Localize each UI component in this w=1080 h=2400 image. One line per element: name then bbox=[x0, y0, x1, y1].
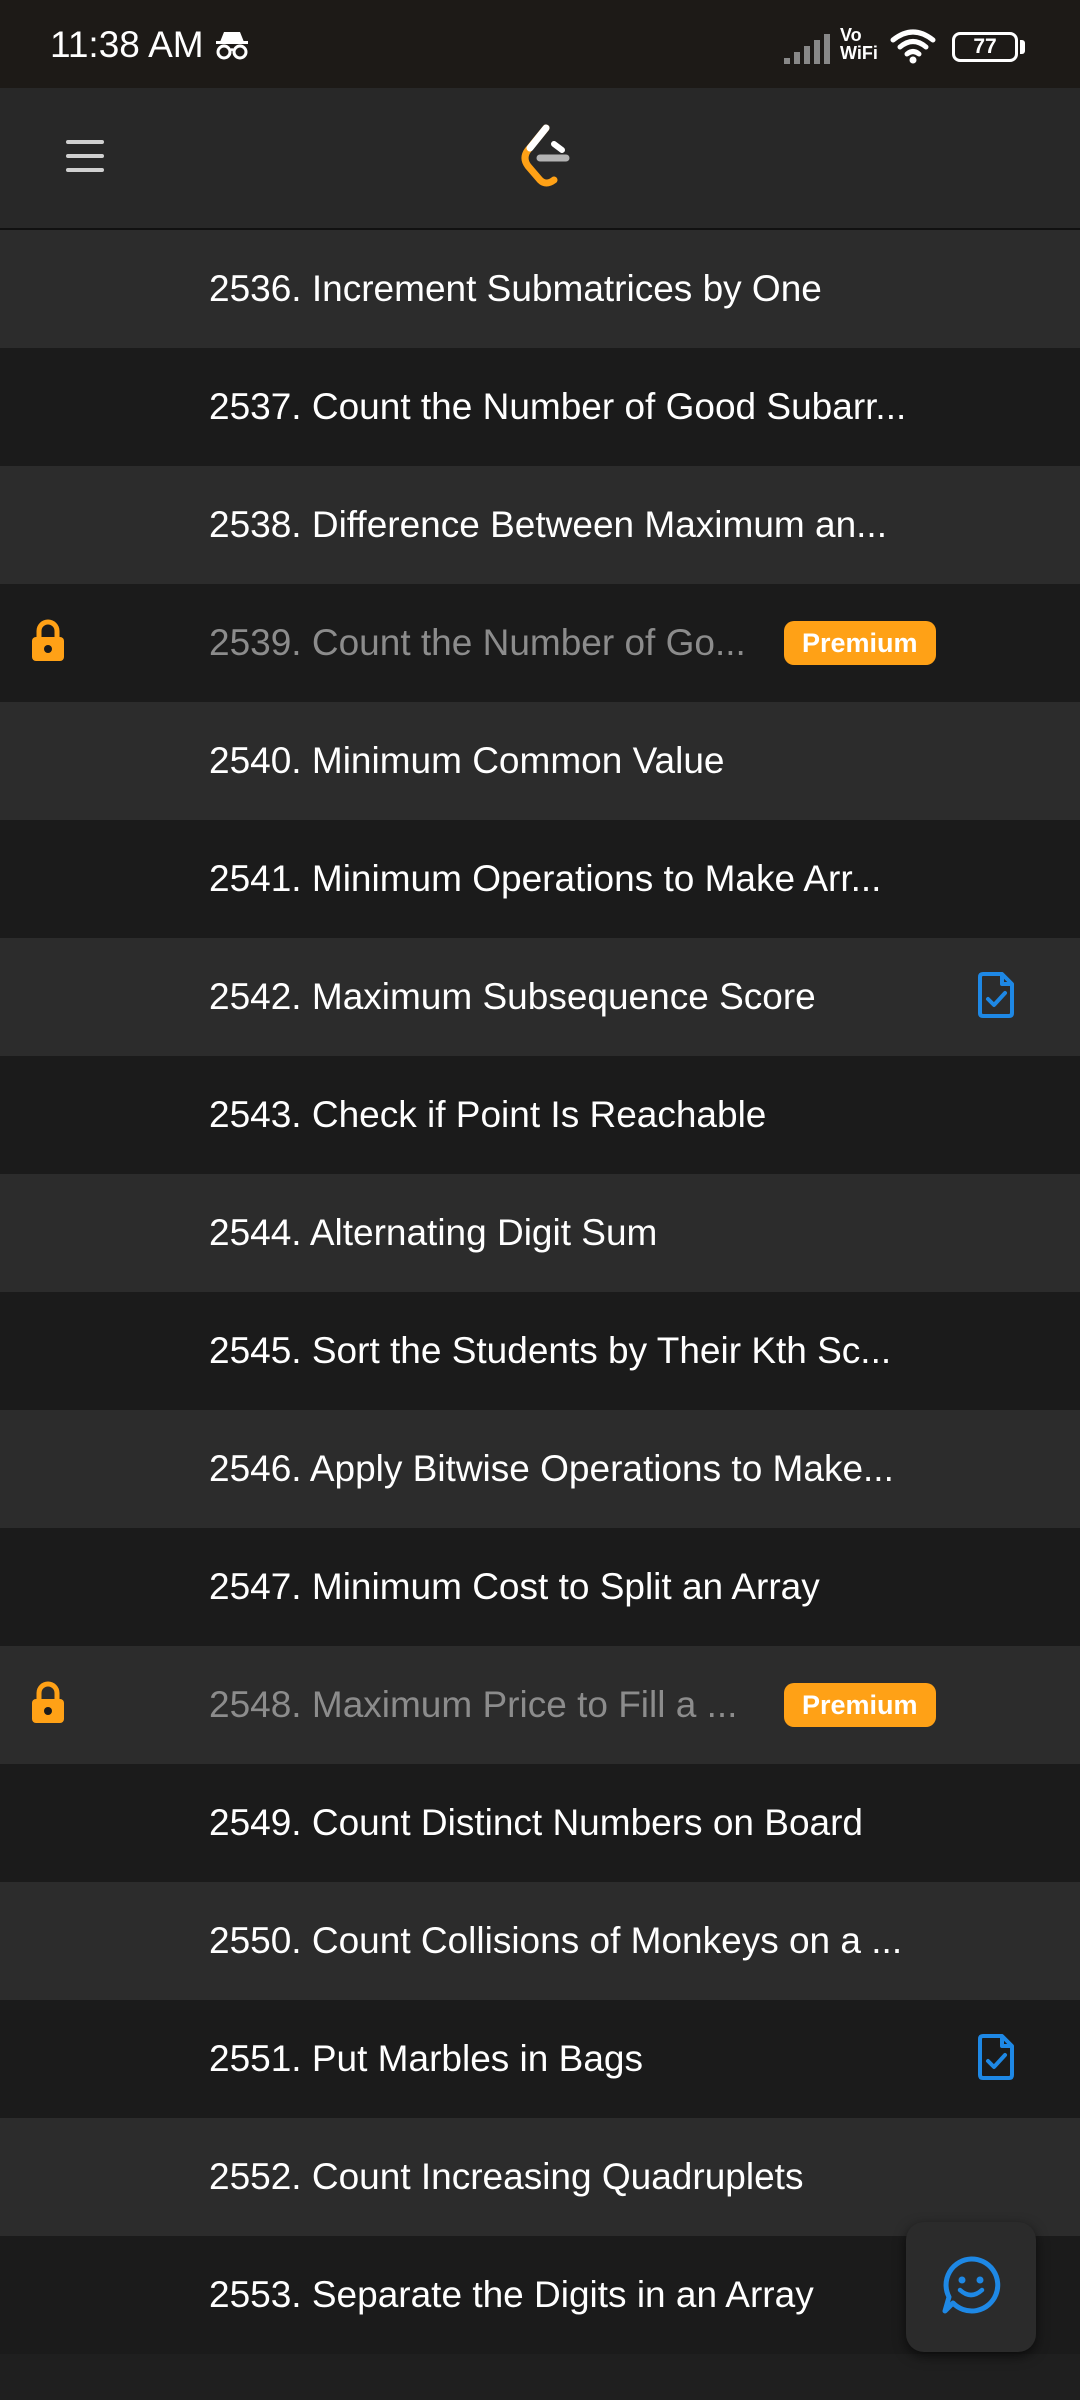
problem-title: 2553. Separate the Digits in an Array bbox=[209, 2274, 814, 2315]
solved-check-icon bbox=[976, 2033, 1016, 2086]
problem-title: 2539. Count the Number of Go... bbox=[209, 622, 746, 663]
problem-row[interactable]: 2549. Count Distinct Numbers on Board bbox=[0, 1764, 1080, 1882]
signal-icon bbox=[782, 32, 834, 71]
status-time: 11:38 AM bbox=[50, 24, 204, 65]
problem-title: 2540. Minimum Common Value bbox=[209, 740, 725, 781]
problem-row[interactable]: 2551. Put Marbles in Bags bbox=[0, 2000, 1080, 2118]
status-bar: 11:38 AM Vo WiFi 77 bbox=[0, 0, 1080, 88]
problem-row[interactable]: 2548. Maximum Price to Fill a ... Premium bbox=[0, 1646, 1080, 1764]
chat-fab-button[interactable] bbox=[906, 2222, 1036, 2352]
problem-row[interactable]: 2545. Sort the Students by Their Kth Sc.… bbox=[0, 1292, 1080, 1410]
problem-title: 2551. Put Marbles in Bags bbox=[209, 2038, 643, 2079]
battery-icon: 77 bbox=[952, 32, 1018, 62]
problem-row[interactable]: 2541. Minimum Operations to Make Arr... bbox=[0, 820, 1080, 938]
problem-row[interactable]: 2542. Maximum Subsequence Score bbox=[0, 938, 1080, 1056]
problem-row[interactable]: 2536. Increment Submatrices by One bbox=[0, 230, 1080, 348]
battery-tip bbox=[1020, 40, 1025, 54]
lock-icon bbox=[28, 619, 68, 668]
problem-list: 2536. Increment Submatrices by One 2537. … bbox=[0, 230, 1080, 2354]
problem-title: 2538. Difference Between Maximum an... bbox=[209, 504, 887, 545]
problem-title: 2544. Alternating Digit Sum bbox=[209, 1212, 658, 1253]
vowifi-label: Vo WiFi bbox=[840, 25, 878, 63]
problem-row[interactable]: 2543. Check if Point Is Reachable bbox=[0, 1056, 1080, 1174]
problem-row[interactable]: 2540. Minimum Common Value bbox=[0, 702, 1080, 820]
leetcode-logo-icon[interactable] bbox=[516, 122, 576, 195]
problem-row[interactable]: 2550. Count Collisions of Monkeys on a .… bbox=[0, 1882, 1080, 2000]
solved-check-icon bbox=[976, 971, 1016, 1024]
problem-title: 2541. Minimum Operations to Make Arr... bbox=[209, 858, 882, 899]
problem-title: 2537. Count the Number of Good Subarr... bbox=[209, 386, 907, 427]
chat-smile-icon bbox=[941, 2255, 1001, 2320]
problem-row[interactable]: 2546. Apply Bitwise Operations to Make..… bbox=[0, 1410, 1080, 1528]
problem-title: 2547. Minimum Cost to Split an Array bbox=[209, 1566, 820, 1607]
premium-badge: Premium bbox=[784, 1683, 936, 1727]
hamburger-menu-icon[interactable] bbox=[64, 136, 108, 181]
incognito-icon bbox=[214, 30, 250, 65]
problem-title: 2543. Check if Point Is Reachable bbox=[209, 1094, 767, 1135]
app-header bbox=[0, 88, 1080, 230]
problem-row[interactable]: 2539. Count the Number of Go... Premium bbox=[0, 584, 1080, 702]
problem-row[interactable]: 2544. Alternating Digit Sum bbox=[0, 1174, 1080, 1292]
problem-row[interactable]: 2537. Count the Number of Good Subarr... bbox=[0, 348, 1080, 466]
wifi-icon bbox=[890, 28, 936, 69]
battery-level: 77 bbox=[973, 35, 997, 58]
problem-title: 2550. Count Collisions of Monkeys on a .… bbox=[209, 1920, 903, 1961]
problem-title: 2549. Count Distinct Numbers on Board bbox=[209, 1802, 864, 1843]
problem-row[interactable]: 2538. Difference Between Maximum an... bbox=[0, 466, 1080, 584]
lock-icon bbox=[28, 1681, 68, 1730]
problem-title: 2542. Maximum Subsequence Score bbox=[209, 976, 816, 1017]
problem-title: 2552. Count Increasing Quadruplets bbox=[209, 2156, 804, 2197]
problem-row[interactable]: 2552. Count Increasing Quadruplets bbox=[0, 2118, 1080, 2236]
problem-title: 2548. Maximum Price to Fill a ... bbox=[209, 1684, 738, 1725]
problem-title: 2546. Apply Bitwise Operations to Make..… bbox=[209, 1448, 894, 1489]
problem-row[interactable]: 2547. Minimum Cost to Split an Array bbox=[0, 1528, 1080, 1646]
premium-badge: Premium bbox=[784, 621, 936, 665]
problem-title: 2545. Sort the Students by Their Kth Sc.… bbox=[209, 1330, 892, 1371]
problem-title: 2536. Increment Submatrices by One bbox=[209, 268, 822, 309]
